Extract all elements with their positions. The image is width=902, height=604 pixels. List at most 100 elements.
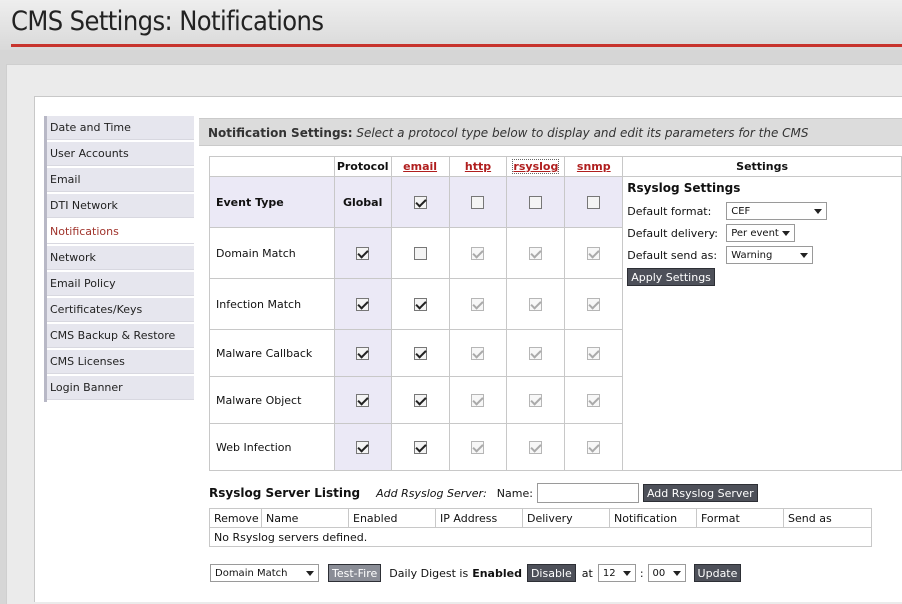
digest-state: Enabled — [472, 566, 522, 580]
email-checkbox[interactable] — [413, 297, 427, 311]
notification-heading: Notification Settings: — [208, 126, 353, 140]
minute-select[interactable]: 00 — [647, 564, 686, 582]
sidebar-item-label: Email — [50, 173, 81, 186]
http-checkbox — [471, 440, 485, 454]
protocol-cell — [333, 278, 392, 330]
delivery-select[interactable]: Per event — [726, 224, 796, 242]
email-cell — [390, 278, 450, 330]
snmp-checkbox — [587, 346, 601, 360]
notification-grid: Protocol email http rsyslog snmp Setting… — [209, 156, 902, 471]
sidebar-item-user-accounts[interactable]: User Accounts — [47, 142, 194, 166]
hour-value: 12 — [602, 567, 616, 579]
event-label: Web Infection — [209, 423, 335, 471]
rsyslog-server-table: Remove Name Enabled IP Address Delivery … — [209, 508, 872, 547]
sidebar-item-label: Date and Time — [50, 121, 131, 134]
empty-message: No Rsyslog servers defined. — [209, 527, 872, 547]
email-cell — [390, 423, 450, 471]
test-event-select[interactable]: Domain Match — [210, 564, 319, 582]
protocol-checkbox[interactable] — [356, 246, 370, 260]
global-http-checkbox[interactable] — [471, 195, 485, 209]
global-snmp-checkbox[interactable] — [587, 195, 601, 209]
global-rsyslog-cell — [506, 176, 566, 228]
hour-select[interactable]: 12 — [597, 564, 636, 582]
column-header-remove: Remove — [209, 508, 262, 528]
server-name-input[interactable] — [536, 483, 639, 503]
email-checkbox[interactable] — [413, 393, 427, 407]
protocol-checkbox[interactable] — [356, 393, 370, 407]
http-cell — [448, 278, 508, 330]
rsyslog-server-listing-bar: Rsyslog Server Listing Add Rsyslog Serve… — [209, 482, 889, 504]
dropdown-arrow-icon — [814, 208, 823, 214]
sidebar-item-login-banner[interactable]: Login Banner — [47, 376, 194, 400]
rsyslog-settings-panel: Rsyslog Settings Default format: CEF Def… — [622, 176, 902, 471]
snmp-checkbox — [587, 393, 601, 407]
delivery-value: Per event — [731, 227, 779, 239]
protocol-checkbox[interactable] — [356, 346, 370, 360]
sidebar-item-date-and-time[interactable]: Date and Time — [47, 116, 194, 140]
sidebar-item-label: Login Banner — [50, 381, 123, 394]
column-header-ip-address: IP Address — [435, 508, 523, 528]
send-as-value: Warning — [731, 249, 773, 261]
global-label: Global — [333, 176, 392, 228]
protocol-link-http[interactable]: http — [465, 160, 491, 173]
protocol-checkbox[interactable] — [356, 440, 370, 454]
sidebar-item-network[interactable]: Network — [47, 246, 194, 270]
protocol-checkbox[interactable] — [356, 297, 370, 311]
sidebar-item-notifications[interactable]: Notifications — [47, 220, 194, 244]
protocol-link-email[interactable]: email — [403, 160, 437, 173]
notification-settings-header: Notification Settings: Select a protocol… — [199, 118, 902, 146]
sidebar-item-label: DTI Network — [50, 199, 118, 212]
format-select[interactable]: CEF — [726, 202, 828, 220]
protocol-link-rsyslog[interactable]: rsyslog — [512, 159, 560, 174]
disable-digest-button[interactable]: Disable — [526, 564, 576, 582]
snmp-cell — [564, 227, 624, 279]
apply-settings-row: Apply Settings — [627, 268, 897, 286]
http-column-header: http — [448, 156, 508, 177]
page-title: CMS Settings: Notifications — [11, 6, 324, 37]
rsyslog-checkbox — [529, 297, 543, 311]
column-header-format: Format — [696, 508, 784, 528]
column-header-delivery: Delivery — [522, 508, 610, 528]
rsyslog-cell — [506, 376, 566, 424]
settings-sidebar: Date and Time User Accounts Email DTI Ne… — [44, 116, 194, 402]
event-label: Malware Callback — [209, 329, 335, 377]
server-table-header: Remove Name Enabled IP Address Delivery … — [209, 508, 872, 528]
sidebar-item-email-policy[interactable]: Email Policy — [47, 272, 194, 296]
event-label: Infection Match — [209, 278, 335, 330]
sidebar-item-dti-network[interactable]: DTI Network — [47, 194, 194, 218]
update-button[interactable]: Update — [693, 564, 742, 582]
global-rsyslog-checkbox[interactable] — [529, 195, 543, 209]
http-cell — [448, 329, 508, 377]
email-cell — [390, 329, 450, 377]
at-label: at — [581, 566, 593, 580]
sidebar-item-cms-licenses[interactable]: CMS Licenses — [47, 350, 194, 374]
http-cell — [448, 376, 508, 424]
email-checkbox[interactable] — [413, 440, 427, 454]
protocol-cell — [333, 227, 392, 279]
add-rsyslog-server-button[interactable]: Add Rsyslog Server — [642, 484, 758, 502]
email-checkbox[interactable] — [413, 246, 427, 260]
test-fire-bar: Domain Match Test-Fire Daily Digest is E… — [210, 563, 742, 583]
sidebar-item-email[interactable]: Email — [47, 168, 194, 192]
event-type-label: Event Type — [209, 176, 335, 228]
dropdown-arrow-icon — [622, 570, 631, 576]
apply-settings-button[interactable]: Apply Settings — [627, 268, 715, 286]
sidebar-item-certificates-keys[interactable]: Certificates/Keys — [47, 298, 194, 322]
notification-subtitle: Select a protocol type below to display … — [356, 126, 809, 140]
sidebar-item-label: CMS Licenses — [50, 355, 125, 368]
protocol-link-snmp[interactable]: snmp — [577, 160, 611, 173]
email-checkbox[interactable] — [413, 346, 427, 360]
rsyslog-checkbox — [529, 393, 543, 407]
rsyslog-settings-title: Rsyslog Settings — [627, 181, 741, 195]
test-event-value: Domain Match — [215, 567, 288, 579]
rsyslog-checkbox — [529, 246, 543, 260]
delivery-label: Default delivery: — [627, 226, 719, 240]
test-fire-button[interactable]: Test-Fire — [328, 564, 382, 582]
name-label: Name: — [496, 486, 533, 500]
global-row: Event Type Global Rsyslog Settings Defau… — [209, 176, 902, 471]
grid-header-row: Protocol email http rsyslog snmp Setting… — [209, 156, 902, 177]
dropdown-arrow-icon — [306, 570, 314, 576]
send-as-select[interactable]: Warning — [726, 246, 814, 264]
sidebar-item-cms-backup-restore[interactable]: CMS Backup & Restore — [47, 324, 194, 348]
global-email-checkbox[interactable] — [413, 195, 427, 209]
